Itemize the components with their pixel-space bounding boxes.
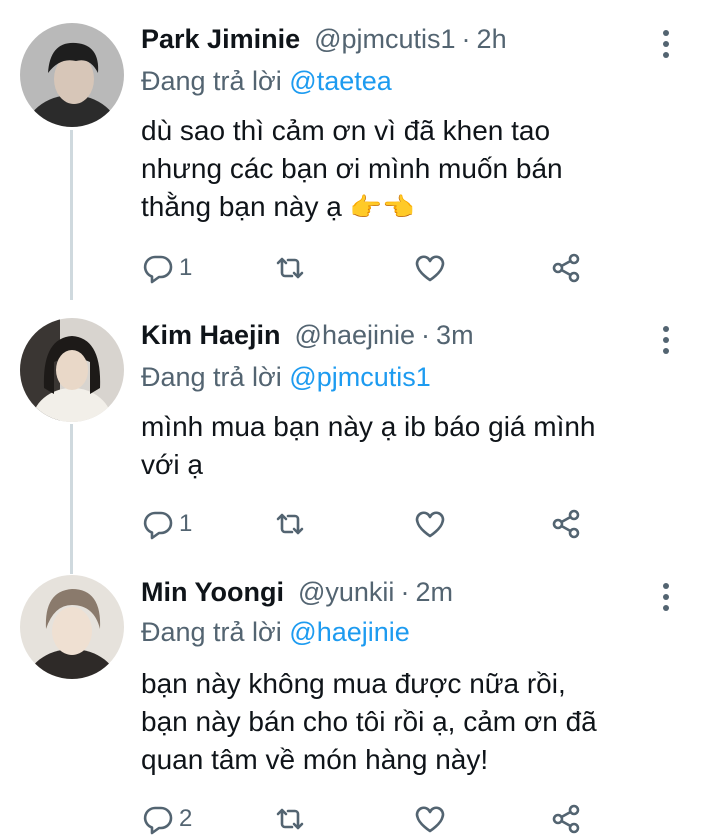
reply-mention-link[interactable]: @pjmcutis1 bbox=[289, 362, 430, 392]
tweet-text: bạn này không mua được nữa rồi, bạn này … bbox=[141, 665, 661, 779]
display-name[interactable]: Min Yoongi bbox=[141, 577, 284, 608]
share-button[interactable] bbox=[549, 799, 583, 839]
separator-dot: · bbox=[461, 24, 471, 54]
like-icon bbox=[415, 255, 445, 282]
reply-mention-link[interactable]: @haejinie bbox=[289, 617, 410, 647]
reply-context: Đang trả lời @haejinie bbox=[141, 617, 410, 648]
tweet-text-line: dù sao thì cảm ơn vì đã khen tao bbox=[141, 115, 551, 146]
avatar[interactable] bbox=[20, 318, 124, 422]
reply-prefix: Đang trả lời bbox=[141, 617, 282, 647]
reply-context: Đang trả lời @taetea bbox=[141, 66, 392, 97]
like-button[interactable] bbox=[413, 504, 447, 544]
more-options-icon[interactable] bbox=[656, 320, 676, 360]
reply-prefix: Đang trả lời bbox=[141, 362, 282, 392]
reply-button[interactable]: 1 bbox=[141, 248, 192, 288]
share-button[interactable] bbox=[549, 504, 583, 544]
like-icon bbox=[415, 806, 445, 833]
action-bar: 2 bbox=[141, 799, 601, 839]
share-icon bbox=[552, 509, 580, 539]
emoji: 👉👈 bbox=[349, 192, 415, 222]
timestamp[interactable]: 2h bbox=[477, 24, 507, 55]
tweet[interactable]: Min Yoongi @yunkii · 2m Đang trả lời @ha… bbox=[0, 575, 720, 840]
reply-button[interactable]: 2 bbox=[141, 799, 192, 839]
action-bar: 1 bbox=[141, 248, 601, 288]
retweet-button[interactable] bbox=[273, 799, 307, 839]
retweet-icon bbox=[276, 257, 304, 279]
user-handle[interactable]: @haejinie bbox=[295, 320, 416, 351]
tweet-text: mình mua bạn này ạ ib báo giá mình với ạ bbox=[141, 408, 661, 484]
display-name[interactable]: Park Jiminie bbox=[141, 24, 300, 55]
separator-dot: · bbox=[421, 320, 431, 350]
tweet-text-line: thằng bạn này ạ 👉👈 bbox=[141, 188, 661, 226]
share-button[interactable] bbox=[549, 248, 583, 288]
separator-dot: · bbox=[400, 577, 410, 607]
tweet-text-line: mình mua bạn này ạ ib báo giá mình bbox=[141, 411, 596, 442]
avatar[interactable] bbox=[20, 23, 124, 127]
retweet-icon bbox=[276, 513, 304, 535]
tweet-text-line: nhưng các bạn ơi mình muốn bán bbox=[141, 153, 563, 184]
action-bar: 1 bbox=[141, 504, 601, 544]
reply-icon bbox=[143, 806, 173, 835]
tweet[interactable]: Kim Haejin @haejinie · 3m Đang trả lời @… bbox=[0, 300, 720, 575]
reply-icon bbox=[143, 255, 173, 284]
tweet[interactable]: Park Jiminie @pjmcutis1 · 2h Đang trả lờ… bbox=[0, 0, 720, 300]
reply-context: Đang trả lời @pjmcutis1 bbox=[141, 362, 431, 393]
user-handle[interactable]: @pjmcutis1 bbox=[314, 24, 455, 55]
reply-count: 1 bbox=[179, 254, 193, 281]
reply-icon bbox=[143, 511, 173, 540]
more-options-icon[interactable] bbox=[656, 24, 676, 64]
timestamp[interactable]: 3m bbox=[436, 320, 474, 351]
reply-button[interactable]: 1 bbox=[141, 504, 192, 544]
retweet-button[interactable] bbox=[273, 504, 307, 544]
retweet-icon bbox=[276, 808, 304, 830]
retweet-button[interactable] bbox=[273, 248, 307, 288]
tweet-text-line: quan tâm về món hàng này! bbox=[141, 744, 489, 775]
reply-mention-link[interactable]: @taetea bbox=[289, 66, 391, 96]
avatar[interactable] bbox=[20, 575, 124, 679]
reply-count: 1 bbox=[179, 510, 193, 537]
display-name[interactable]: Kim Haejin bbox=[141, 320, 281, 351]
share-icon bbox=[552, 253, 580, 283]
tweet-text-line: bạn này không mua được nữa rồi, bbox=[141, 668, 566, 699]
user-handle[interactable]: @yunkii bbox=[298, 577, 394, 608]
share-icon bbox=[552, 804, 580, 834]
reply-count: 2 bbox=[179, 805, 193, 832]
reply-prefix: Đang trả lời bbox=[141, 66, 282, 96]
tweet-text-line: bạn này bán cho tôi rồi ạ, cảm ơn đã bbox=[141, 706, 597, 737]
like-button[interactable] bbox=[413, 799, 447, 839]
tweet-text-line: với ạ bbox=[141, 449, 203, 480]
tweet-text: dù sao thì cảm ơn vì đã khen tao nhưng c… bbox=[141, 112, 661, 226]
timestamp[interactable]: 2m bbox=[415, 577, 453, 608]
tweet-text-fragment: thằng bạn này ạ bbox=[141, 191, 342, 222]
like-button[interactable] bbox=[413, 248, 447, 288]
more-options-icon[interactable] bbox=[656, 577, 676, 617]
like-icon bbox=[415, 511, 445, 538]
